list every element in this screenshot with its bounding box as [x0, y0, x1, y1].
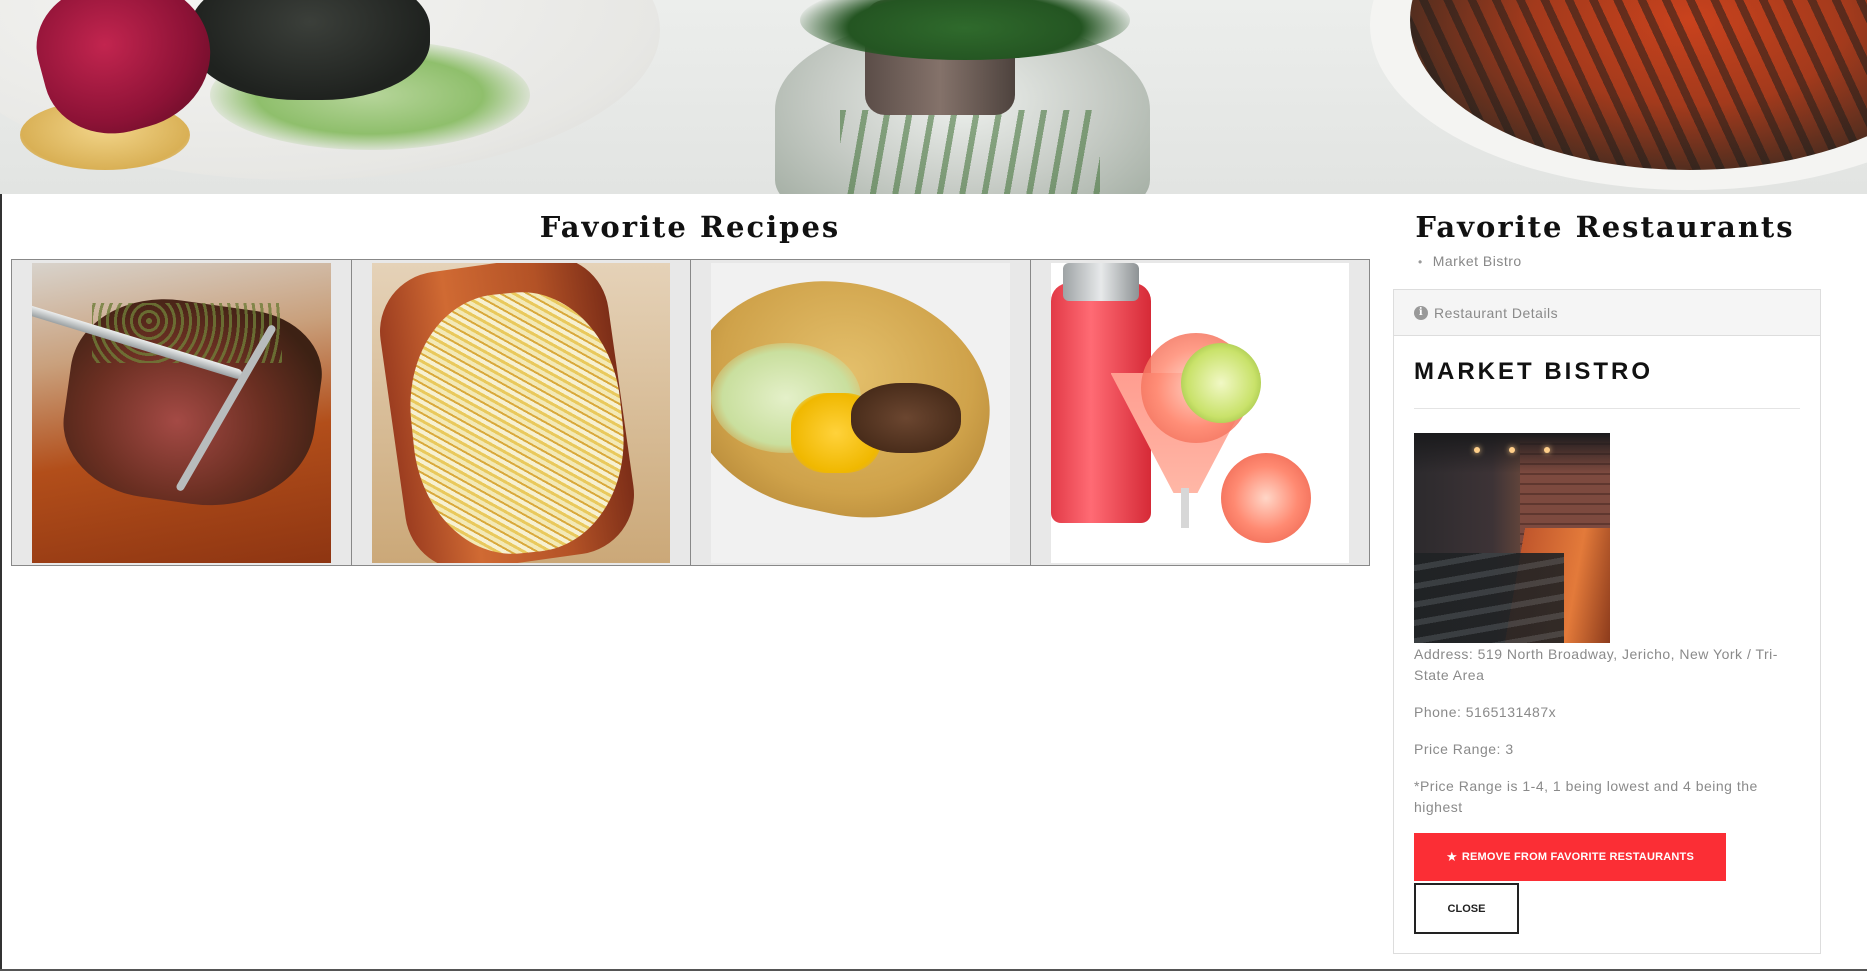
- recipe-tile-drink[interactable]: [1030, 260, 1369, 565]
- page-divider: [0, 194, 2, 971]
- restaurant-details-panel: i Restaurant Details MARKET BISTRO Addre…: [1393, 289, 1821, 954]
- restaurant-address: Address: 519 North Broadway, Jericho, Ne…: [1414, 646, 1778, 683]
- recipe-image-drink[interactable]: [1050, 263, 1349, 563]
- star-icon: ★: [1446, 849, 1458, 865]
- restaurant-list: Market Bistro: [1418, 253, 1522, 269]
- restaurant-list-item[interactable]: Market Bistro: [1418, 253, 1522, 269]
- price-range-note: *Price Range is 1-4, 1 being lowest and …: [1414, 778, 1758, 815]
- restaurant-name: MARKET BISTRO: [1414, 358, 1800, 409]
- hero-banner-image: [0, 0, 1867, 194]
- recipes-title: Favorite Recipes: [539, 210, 841, 244]
- recipes-gallery: [11, 259, 1370, 566]
- recipe-image-taco[interactable]: [711, 263, 1010, 563]
- remove-favorite-label: REMOVE FROM FAVORITE RESTAURANTS: [1461, 851, 1694, 863]
- recipe-tile-steak[interactable]: [12, 260, 352, 565]
- info-circle-icon: i: [1414, 305, 1428, 320]
- recipe-tile-taco[interactable]: [691, 260, 1031, 565]
- remove-favorite-button[interactable]: ★ REMOVE FROM FAVORITE RESTAURANTS: [1414, 833, 1726, 881]
- restaurant-price-range: Price Range: 3: [1414, 741, 1514, 757]
- panel-heading: i Restaurant Details: [1394, 290, 1820, 336]
- restaurant-phone: Phone: 5165131487x: [1414, 704, 1557, 720]
- recipe-tile-hotdog[interactable]: [351, 260, 691, 565]
- recipe-image-steak[interactable]: [32, 263, 331, 563]
- restaurant-photo: [1414, 433, 1610, 643]
- panel-heading-label: Restaurant Details: [1434, 304, 1559, 321]
- close-button[interactable]: CLOSE: [1414, 883, 1519, 934]
- recipe-image-hotdog[interactable]: [371, 263, 670, 563]
- restaurants-title: Favorite Restaurants: [1415, 210, 1795, 244]
